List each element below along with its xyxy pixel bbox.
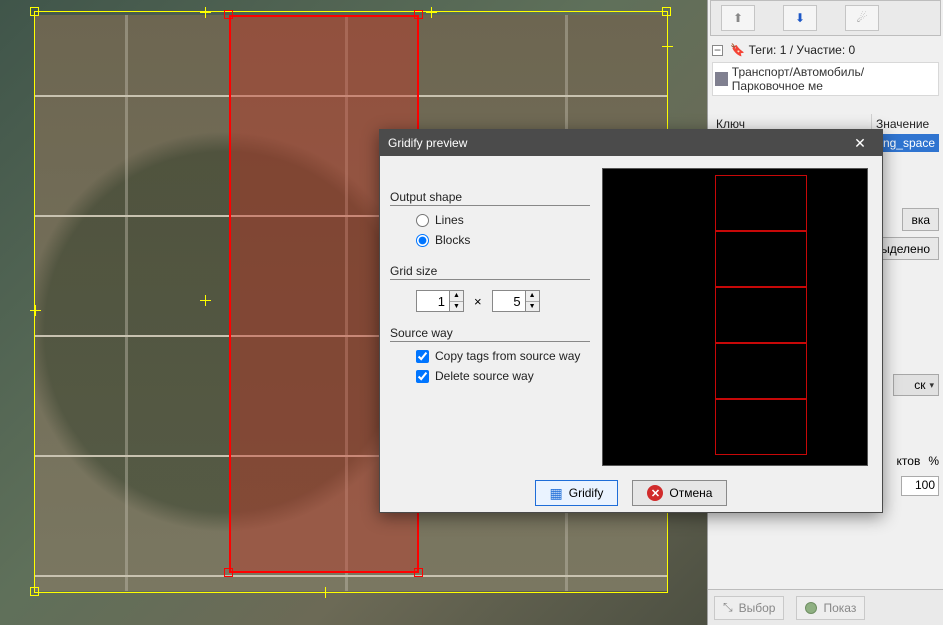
gridify-button[interactable]: Gridify — [535, 480, 619, 506]
cancel-icon: ✕ — [647, 485, 663, 501]
handle-n1[interactable] — [200, 7, 211, 18]
grid-rows-input[interactable] — [492, 290, 526, 312]
close-icon[interactable]: ✕ — [846, 133, 874, 153]
ktov-label: ктов — [897, 454, 921, 468]
side-toolbar: ⬆ ⬇ ☄ — [710, 0, 941, 36]
side-btn-vka[interactable]: вка — [902, 208, 939, 231]
status-select-mode[interactable]: ⤡ Выбор — [714, 596, 784, 620]
radio-lines-input[interactable] — [416, 214, 429, 227]
preview-cell — [715, 343, 807, 399]
times-symbol: × — [474, 294, 482, 309]
dialog-title-text: Gridify preview — [388, 136, 467, 150]
tags-summary-text: Теги: 1 / Участие: 0 — [749, 43, 856, 57]
preset-label: Транспорт/Автомобиль/Парковочное ме — [732, 65, 936, 93]
handle-n2[interactable] — [426, 7, 437, 18]
preview-cell — [715, 175, 807, 231]
section-grid-size: Grid size — [390, 264, 590, 280]
status-bar: ⤡ Выбор Показ — [708, 589, 943, 625]
section-source-way: Source way — [390, 326, 590, 342]
handle-w1[interactable] — [30, 305, 41, 316]
gridify-dialog: Gridify preview ✕ Output shape Lines Blo… — [379, 129, 883, 513]
dialog-buttons: Gridify ✕ Отмена — [380, 474, 882, 512]
dialog-form: Output shape Lines Blocks Grid size ▲▼ ×… — [390, 166, 590, 464]
check-copy-tags[interactable]: Copy tags from source way — [390, 346, 590, 366]
preset-row[interactable]: Транспорт/Автомобиль/Парковочное ме — [712, 62, 939, 96]
dialog-titlebar[interactable]: Gridify preview ✕ — [380, 130, 882, 156]
tags-summary: 🔖 Теги: 1 / Участие: 0 — [708, 40, 943, 60]
sel-handle-ne[interactable] — [414, 10, 423, 19]
dialog-body: Output shape Lines Blocks Grid size ▲▼ ×… — [380, 156, 882, 474]
sel-handle-se[interactable] — [414, 568, 423, 577]
handle-sw[interactable] — [30, 587, 39, 596]
preset-icon — [715, 72, 728, 86]
sel-handle-nw[interactable] — [224, 10, 233, 19]
sel-handle-sw[interactable] — [224, 568, 233, 577]
collapse-toggle-icon[interactable] — [712, 45, 723, 56]
rows-up-icon[interactable]: ▲ — [526, 291, 539, 302]
check-copy-tags-input[interactable] — [416, 350, 429, 363]
status-dot-icon — [805, 602, 817, 614]
pct-input[interactable]: 100 — [901, 476, 939, 496]
handle-nw[interactable] — [30, 7, 39, 16]
select-icon: ⤡ — [723, 600, 733, 615]
preview-cell — [715, 231, 807, 287]
radio-blocks-input[interactable] — [416, 234, 429, 247]
grid-cols-spinner[interactable]: ▲▼ — [416, 290, 464, 312]
handle-c1[interactable] — [200, 295, 211, 306]
toolbar-btn-down[interactable]: ⬇ — [783, 5, 817, 31]
grid-preview — [602, 168, 868, 466]
rows-down-icon[interactable]: ▼ — [526, 302, 539, 312]
check-delete-source[interactable]: Delete source way — [390, 366, 590, 386]
grid-size-row: ▲▼ × ▲▼ — [390, 284, 590, 312]
radio-lines[interactable]: Lines — [390, 210, 590, 230]
handle-ne[interactable] — [662, 7, 671, 16]
check-delete-source-input[interactable] — [416, 370, 429, 383]
tag-icon: 🔖 — [730, 43, 745, 57]
section-output-shape: Output shape — [390, 190, 590, 206]
pct-label: % — [928, 454, 939, 468]
status-show-mode[interactable]: Показ — [796, 596, 865, 620]
cancel-button[interactable]: ✕ Отмена — [632, 480, 727, 506]
toolbar-btn-broom[interactable]: ☄ — [845, 5, 879, 31]
grid-cols-input[interactable] — [416, 290, 450, 312]
cols-down-icon[interactable]: ▼ — [450, 302, 463, 312]
grid-rows-spinner[interactable]: ▲▼ — [492, 290, 540, 312]
side-combo[interactable]: ск — [893, 374, 939, 396]
radio-blocks[interactable]: Blocks — [390, 230, 590, 250]
toolbar-btn-up[interactable]: ⬆ — [721, 5, 755, 31]
gridify-icon — [550, 485, 563, 502]
handle-e1[interactable] — [662, 41, 673, 52]
cols-up-icon[interactable]: ▲ — [450, 291, 463, 302]
preview-cell — [715, 287, 807, 343]
handle-s1[interactable] — [320, 587, 331, 598]
preview-cell — [715, 399, 807, 455]
